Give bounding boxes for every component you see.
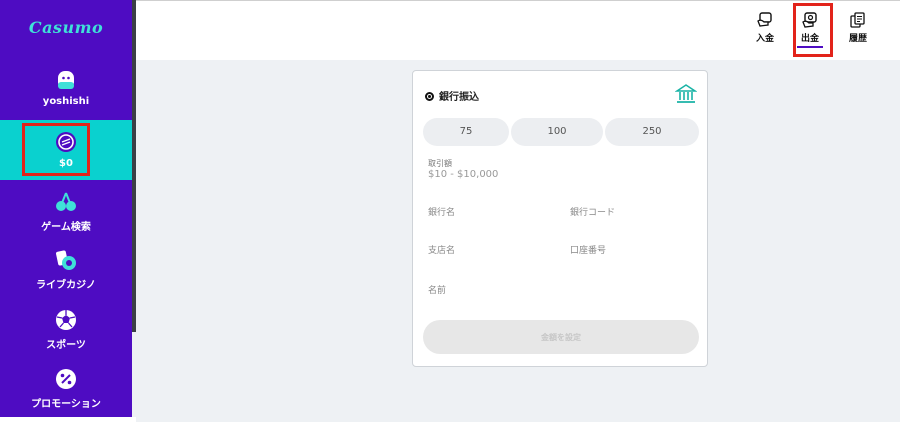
tab-label: 履歴	[848, 34, 867, 44]
highlight-box-wallet	[22, 123, 90, 176]
sidebar-item-sports[interactable]: スポーツ	[0, 308, 132, 351]
bank-code-field[interactable]: 銀行コード	[570, 205, 615, 218]
history-icon	[850, 12, 865, 28]
account-number-field[interactable]: 口座番号	[570, 243, 606, 256]
sidebar-item-live-casino[interactable]: ライブカジノ	[0, 248, 132, 291]
payment-method-option[interactable]: 銀行振込	[425, 88, 479, 103]
percent-badge-icon	[56, 369, 76, 389]
cards-chip-icon	[56, 250, 76, 270]
sidebar: Casumo yoshishi $0 ゲーム検索 ライブカジノ スポーツ プロモ…	[0, 0, 132, 417]
amount-preset-100[interactable]: 100	[511, 118, 603, 146]
sidebar-item-label: ライブカジノ	[36, 280, 96, 291]
sidebar-item-label: ゲーム検索	[41, 222, 91, 233]
radio-selected-icon[interactable]	[425, 92, 434, 101]
avatar-icon	[58, 71, 74, 89]
amount-preset-75[interactable]: 75	[423, 118, 509, 146]
branch-name-field[interactable]: 支店名	[428, 243, 455, 256]
sidebar-item-games[interactable]: ゲーム検索	[0, 190, 132, 233]
withdrawal-form-card: 銀行振込 75 100 250 取引額 $10 - $10,000 銀行名 銀行…	[412, 70, 708, 367]
sidebar-item-promotions[interactable]: プロモーション	[0, 367, 132, 410]
casumo-logo[interactable]: Casumo	[0, 18, 132, 37]
name-field[interactable]: 名前	[428, 283, 446, 296]
tab-deposit[interactable]: 入金	[750, 11, 780, 44]
tab-history[interactable]: 履歴	[843, 11, 873, 44]
set-amount-button[interactable]: 金額を設定	[423, 320, 699, 354]
soccer-ball-icon	[56, 310, 76, 330]
tab-label: 入金	[755, 34, 774, 44]
user-name: yoshishi	[42, 96, 90, 107]
amount-input[interactable]: $10 - $10,000	[428, 169, 498, 180]
sidebar-item-label: プロモーション	[31, 399, 101, 410]
highlight-box-withdraw	[793, 3, 833, 57]
deposit-icon	[757, 12, 772, 27]
sidebar-item-profile[interactable]: yoshishi	[0, 68, 132, 118]
bank-icon	[675, 84, 697, 103]
amount-label: 取引額	[428, 159, 452, 168]
sidebar-item-label: スポーツ	[46, 340, 86, 351]
bank-name-field[interactable]: 銀行名	[428, 205, 455, 218]
top-header: 入金 出金 履歴	[136, 0, 900, 60]
payment-method-label: 銀行振込	[439, 92, 479, 103]
sidebar-bottom-gap	[0, 417, 136, 422]
cherries-icon	[56, 192, 76, 211]
amount-preset-250[interactable]: 250	[605, 118, 699, 146]
